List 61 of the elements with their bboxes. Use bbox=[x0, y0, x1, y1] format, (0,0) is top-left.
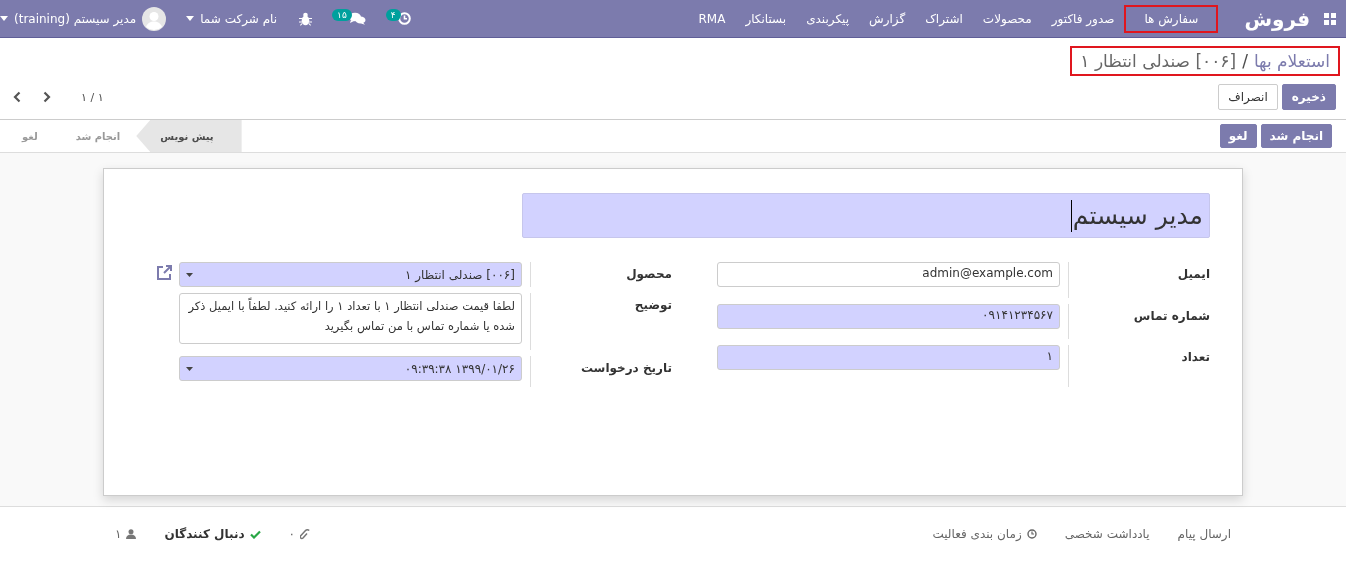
field-label: تاریخ درخواست bbox=[530, 356, 672, 387]
text-area[interactable]: لطفا قیمت صندلی انتظار ۱ با تعداد ۱ را ارائه کنید. لطفاً با ایمیل ذکر شده یا شماره تماس با من تماس بگیرید bbox=[179, 293, 522, 344]
external-link-icon[interactable] bbox=[155, 264, 173, 282]
user-menu[interactable]: مدیر سیستم (training) bbox=[0, 6, 167, 31]
caret-icon bbox=[0, 16, 8, 21]
field-label: شماره تماس bbox=[1068, 303, 1210, 340]
menu-item[interactable]: محصولات bbox=[972, 4, 1042, 33]
input-field[interactable]: admin@example.com bbox=[717, 262, 1060, 287]
menu-item[interactable]: اشتراک bbox=[915, 4, 973, 33]
field-label: توضیح bbox=[530, 293, 672, 350]
app-brand: فروش bbox=[1244, 6, 1310, 31]
clock-icon bbox=[1026, 529, 1037, 539]
breadcrumb-current: [۰۰۶] صندلی انتظار ۱ bbox=[1080, 51, 1237, 71]
save-button[interactable]: ذخیره bbox=[1281, 84, 1336, 110]
count-badge: ۱۵ bbox=[332, 8, 352, 21]
chatter-link[interactable]: زمان بندی فعالیت bbox=[932, 527, 1037, 541]
menu-item[interactable]: بستانکار bbox=[735, 4, 797, 33]
chevron-right-icon[interactable] bbox=[43, 91, 51, 103]
activity-button[interactable]: ۴ bbox=[385, 12, 411, 25]
status-stage[interactable]: پیش نویس bbox=[136, 120, 242, 152]
count-badge: ۴ bbox=[385, 8, 401, 21]
menu-item[interactable]: صدور فاکتور bbox=[1041, 4, 1125, 33]
caret-icon bbox=[186, 16, 195, 21]
clock-icon bbox=[397, 12, 411, 25]
field-label: ایمیل bbox=[1068, 262, 1210, 298]
header-button[interactable]: انجام شد bbox=[1260, 124, 1332, 148]
menu-item[interactable]: سفارش ها bbox=[1124, 4, 1219, 33]
status-stage[interactable]: لغو bbox=[0, 120, 54, 152]
caret-icon bbox=[186, 272, 193, 277]
menu-item[interactable]: گزارش bbox=[859, 4, 916, 33]
text-cursor bbox=[1070, 199, 1072, 232]
apps-menu-icon[interactable] bbox=[1324, 12, 1336, 25]
avatar-icon bbox=[142, 6, 167, 31]
bug-icon[interactable] bbox=[299, 11, 313, 26]
dropdown-field[interactable]: [۰۰۶] صندلی انتظار ۱ bbox=[179, 262, 522, 287]
field-label: محصول bbox=[530, 262, 672, 287]
name-field[interactable]: مدیر سیستم bbox=[522, 193, 1210, 238]
breadcrumb-separator: / bbox=[1242, 51, 1248, 71]
pager-counter: ۱ / ۱ bbox=[81, 90, 104, 104]
follow-button[interactable]: دنبال کنندگان bbox=[164, 527, 261, 541]
chevron-left-icon[interactable] bbox=[13, 91, 21, 103]
dropdown-field[interactable]: ۱۳۹۹/۰۱/۲۶ ۰۹:۳۹:۳۸ bbox=[179, 356, 522, 381]
discard-button[interactable]: انصراف bbox=[1218, 84, 1278, 110]
check-icon bbox=[249, 529, 261, 539]
paperclip-icon bbox=[300, 528, 310, 540]
status-stage[interactable]: انجام شد bbox=[53, 120, 137, 152]
header-button[interactable]: لغو bbox=[1219, 124, 1257, 148]
input-field[interactable]: ۰۹۱۴۱۲۳۴۵۶۷ bbox=[717, 303, 1060, 329]
user-icon bbox=[126, 529, 137, 539]
company-switcher[interactable]: نام شرکت شما bbox=[186, 11, 278, 26]
menu-item[interactable]: پیکربندی bbox=[796, 4, 859, 33]
caret-icon bbox=[186, 366, 193, 371]
field-label: تعداد bbox=[1068, 345, 1210, 387]
chatter-link[interactable]: یادداشت شخصی bbox=[1064, 527, 1150, 541]
chatter-link[interactable]: ارسال پیام bbox=[1177, 527, 1231, 541]
input-field[interactable]: ۱ bbox=[717, 345, 1060, 371]
attachments-link[interactable]: ۰ bbox=[288, 527, 310, 541]
menu-item[interactable]: RMA bbox=[688, 4, 736, 33]
messages-button[interactable]: ۱۵ bbox=[332, 12, 366, 25]
followers-button[interactable]: ۱ bbox=[115, 527, 137, 541]
breadcrumb-link[interactable]: استعلام بها bbox=[1253, 51, 1330, 71]
